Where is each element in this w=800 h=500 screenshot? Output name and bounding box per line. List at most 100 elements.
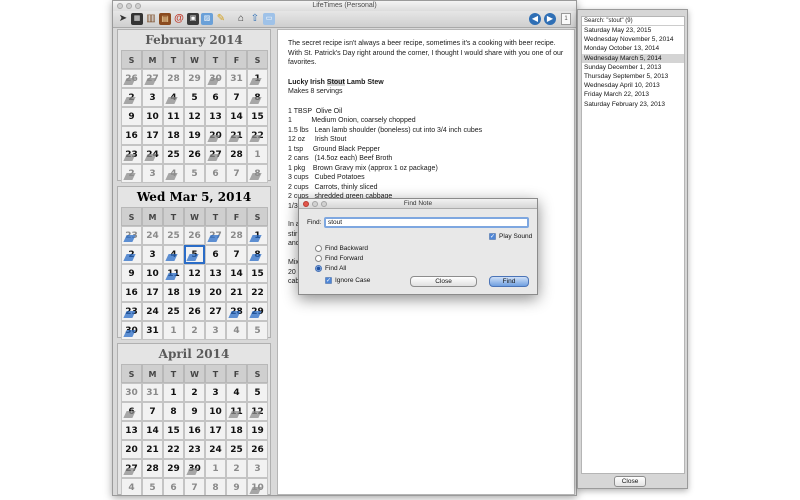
search-result-item[interactable]: Monday October 13, 2014	[582, 44, 684, 53]
calendar-day[interactable]: 29	[247, 302, 268, 321]
calendar-day[interactable]: 15	[163, 421, 184, 440]
calendar-day[interactable]: 11	[226, 402, 247, 421]
calendar-day[interactable]: 15	[247, 264, 268, 283]
find-all-radio[interactable]	[315, 265, 322, 272]
calendar-day[interactable]: 13	[121, 421, 142, 440]
calendar-day[interactable]: 3	[247, 459, 268, 478]
calendar-day[interactable]: 17	[142, 283, 163, 302]
search-result-item[interactable]: Wednesday April 10, 2013	[582, 81, 684, 90]
calendar-day[interactable]: 19	[184, 126, 205, 145]
at-sign-icon[interactable]: @	[173, 13, 185, 25]
calendar-day[interactable]: 28	[142, 459, 163, 478]
search-result-item[interactable]: Sunday December 1, 2013	[582, 63, 684, 72]
calendar-day[interactable]: 10	[205, 402, 226, 421]
calendar-day[interactable]: 3	[142, 245, 163, 264]
calendar-day[interactable]: 22	[247, 283, 268, 302]
calendar-day[interactable]: 1	[163, 321, 184, 340]
find-close-button[interactable]: Close	[410, 276, 477, 287]
calendar-day[interactable]: 2	[226, 459, 247, 478]
calendar-day[interactable]: 2	[184, 383, 205, 402]
calendar-day[interactable]: 3	[142, 88, 163, 107]
calendar-icon[interactable]: ▣	[187, 13, 199, 25]
calendar-day[interactable]: 25	[163, 302, 184, 321]
cursor-icon[interactable]: ➤	[117, 13, 129, 25]
calendar-day[interactable]: 10	[142, 264, 163, 283]
calendar-day[interactable]: 14	[226, 264, 247, 283]
calendar-day[interactable]: 1	[247, 226, 268, 245]
calendar-day[interactable]: 8	[205, 478, 226, 495]
calendar-day[interactable]: 22	[163, 440, 184, 459]
calendar-day[interactable]: 23	[121, 302, 142, 321]
calendar-day[interactable]: 1	[205, 459, 226, 478]
calendar-day[interactable]: 3	[205, 321, 226, 340]
calendar-day[interactable]: 31	[142, 383, 163, 402]
calendar-day[interactable]: 29	[184, 69, 205, 88]
calendar-day[interactable]: 27	[205, 226, 226, 245]
calendar-day[interactable]: 4	[163, 164, 184, 183]
calendar-day[interactable]: 4	[121, 478, 142, 495]
calendar-day[interactable]: 9	[184, 402, 205, 421]
calendar-day[interactable]: 4	[226, 383, 247, 402]
calendar-day[interactable]: 25	[226, 440, 247, 459]
document-icon[interactable]: 1	[561, 13, 571, 25]
calendar-day[interactable]: 8	[247, 245, 268, 264]
ignore-case-checkbox[interactable]: ✓	[325, 277, 332, 284]
calendar-day[interactable]: 28	[226, 226, 247, 245]
calendar-day[interactable]: 6	[121, 402, 142, 421]
calendar-day[interactable]: 9	[121, 107, 142, 126]
calendar-day[interactable]: 21	[226, 126, 247, 145]
window-icon[interactable]: ▭	[263, 13, 275, 25]
search-result-item[interactable]: Saturday February 23, 2013	[582, 100, 684, 109]
calendar-day[interactable]: 26	[184, 226, 205, 245]
calendar-day[interactable]: 1	[247, 69, 268, 88]
calendar-day[interactable]: 23	[121, 145, 142, 164]
calendar-day[interactable]: 8	[247, 88, 268, 107]
calendar-day[interactable]: 12	[184, 264, 205, 283]
calendar-day[interactable]: 25	[163, 145, 184, 164]
calendar-day[interactable]: 17	[142, 126, 163, 145]
calendar-day[interactable]: 4	[163, 245, 184, 264]
calendar-day[interactable]: 2	[121, 88, 142, 107]
calendar-day[interactable]: 1	[247, 145, 268, 164]
search-result-item[interactable]: Thursday September 5, 2013	[582, 72, 684, 81]
calendar-day[interactable]: 18	[163, 283, 184, 302]
search-result-item[interactable]: Friday March 22, 2013	[582, 90, 684, 99]
calendar-day[interactable]: 30	[121, 383, 142, 402]
calendar-day[interactable]: 26	[184, 145, 205, 164]
calendar-day[interactable]: 19	[247, 421, 268, 440]
calendar-day[interactable]: 20	[205, 126, 226, 145]
calendar-day[interactable]: 1	[163, 383, 184, 402]
calendar-day[interactable]: 12	[184, 107, 205, 126]
calendar-day[interactable]: 13	[205, 264, 226, 283]
calendar-day[interactable]: 2	[184, 321, 205, 340]
calendar-day[interactable]: 7	[142, 402, 163, 421]
calendar-day[interactable]: 5	[247, 321, 268, 340]
calendar-day[interactable]: 27	[121, 459, 142, 478]
calendar-day[interactable]: 20	[205, 283, 226, 302]
calendar-day[interactable]: 19	[184, 283, 205, 302]
calendar-day[interactable]: 9	[226, 478, 247, 495]
forward-arrow-icon[interactable]: ▶	[544, 13, 556, 25]
calendar-day[interactable]: 4	[226, 321, 247, 340]
calendar-day[interactable]: 27	[142, 69, 163, 88]
calendar-day[interactable]: 26	[184, 302, 205, 321]
calendar-day[interactable]: 24	[142, 302, 163, 321]
calendar-day[interactable]: 8	[247, 164, 268, 183]
search-result-item[interactable]: Wednesday November 5, 2014	[582, 35, 684, 44]
calendar-day[interactable]: 26	[121, 69, 142, 88]
calendar-day[interactable]: 6	[205, 164, 226, 183]
calendar-day[interactable]: 14	[142, 421, 163, 440]
calendar-day[interactable]: 16	[121, 126, 142, 145]
calendar-day[interactable]: 7	[184, 478, 205, 495]
calendar-day[interactable]: 5	[184, 88, 205, 107]
calendar-day[interactable]: 27	[205, 302, 226, 321]
calendar-day[interactable]: 7	[226, 88, 247, 107]
calendar-day[interactable]: 17	[205, 421, 226, 440]
calendar-title[interactable]: February 2014	[118, 33, 270, 47]
calendar-day[interactable]: 7	[226, 245, 247, 264]
search-result-item[interactable]: Saturday May 23, 2015	[582, 26, 684, 35]
calendar-day[interactable]: 11	[163, 107, 184, 126]
calendar-day[interactable]: 11	[163, 264, 184, 283]
calendar-day[interactable]: 5	[247, 383, 268, 402]
results-close-button[interactable]: Close	[614, 476, 646, 487]
